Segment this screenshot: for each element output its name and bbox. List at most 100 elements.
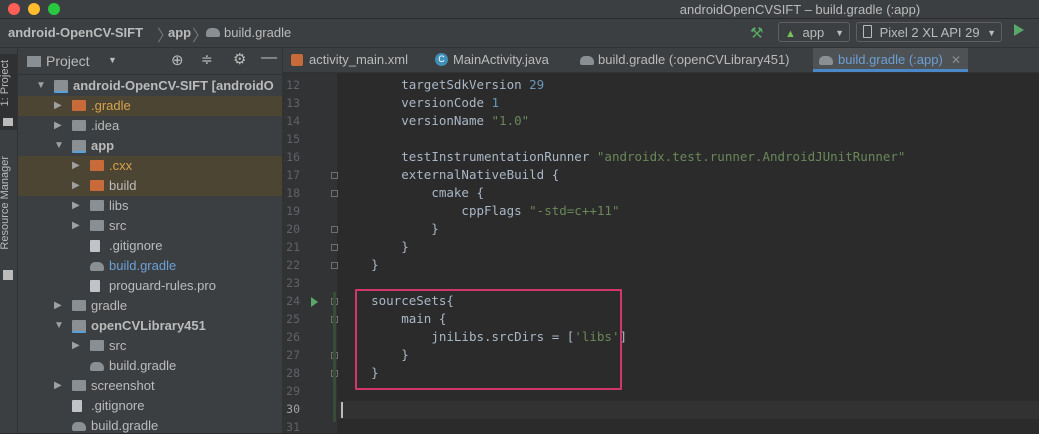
collapsed-arrow-icon[interactable]: ▶ <box>54 376 62 396</box>
gear-icon[interactable]: ⚙ <box>233 50 246 68</box>
line-number: 13 <box>286 96 300 110</box>
tree-item-label: build.gradle <box>91 418 159 433</box>
tree-item[interactable]: ▼ android-OpenCV-SIFT [androidO <box>18 76 282 96</box>
tree-item[interactable]: .gitignore <box>18 396 282 416</box>
line-number: 31 <box>286 420 300 434</box>
device-icon <box>863 25 872 38</box>
fold-marker-icon[interactable] <box>331 262 338 269</box>
run-gutter-icon[interactable] <box>311 297 318 307</box>
chevron-down-icon: ▼ <box>987 28 996 38</box>
breadcrumb-module[interactable]: app <box>168 25 191 40</box>
tree-item[interactable]: .gitignore <box>18 236 282 256</box>
gitignore-file-icon <box>72 400 82 412</box>
tool-window-stripe: 1: Project Resource Manager <box>0 48 18 433</box>
tree-item-label: .gradle <box>91 98 131 113</box>
collapsed-arrow-icon[interactable]: ▶ <box>72 216 80 236</box>
tree-item[interactable]: ▼ openCVLibrary451 <box>18 316 282 336</box>
expanded-arrow-icon[interactable]: ▼ <box>54 136 64 156</box>
tree-item[interactable]: ▶ libs <box>18 196 282 216</box>
tree-item-label: libs <box>109 198 129 213</box>
close-window-button[interactable] <box>8 3 20 15</box>
run-icon[interactable] <box>1014 24 1024 36</box>
fold-marker-icon[interactable] <box>331 244 338 251</box>
tree-item[interactable]: proguard-rules.pro <box>18 276 282 296</box>
collapsed-arrow-icon[interactable]: ▶ <box>72 196 80 216</box>
tree-item[interactable]: build.gradle <box>18 256 282 276</box>
tree-item[interactable]: ▶ .idea <box>18 116 282 136</box>
line-number: 15 <box>286 132 300 146</box>
code-line: cmake { <box>431 185 484 200</box>
expanded-arrow-icon[interactable]: ▼ <box>54 316 64 336</box>
line-number: 24 <box>286 294 300 308</box>
collapsed-arrow-icon[interactable]: ▶ <box>54 96 62 116</box>
tree-item-label: build.gradle <box>109 358 177 373</box>
tree-item-label: openCVLibrary451 <box>91 318 206 333</box>
breadcrumb-file[interactable]: build.gradle <box>224 25 291 40</box>
resource-manager-tab-label: Resource Manager <box>0 156 11 250</box>
tree-item-label: src <box>109 218 127 233</box>
tab-activity-main-xml[interactable]: activity_main.xml <box>287 48 427 72</box>
breadcrumb-project[interactable]: android-OpenCV-SIFT <box>8 25 143 40</box>
line-number: 26 <box>286 330 300 344</box>
tree-item[interactable]: ▼ app <box>18 136 282 156</box>
expanded-arrow-icon[interactable]: ▼ <box>36 76 46 96</box>
hide-panel-icon[interactable]: — <box>261 49 277 67</box>
project-panel: Project ▼ ⊕ ≑ ⚙ — ▼ android-OpenCV-SIFT [… <box>18 48 283 433</box>
collapsed-arrow-icon[interactable]: ▶ <box>54 116 62 136</box>
tree-item-label: .idea <box>91 118 120 133</box>
module-folder-icon <box>72 320 86 333</box>
collapsed-arrow-icon[interactable]: ▶ <box>72 336 80 356</box>
gradle-file-icon <box>90 362 104 371</box>
device-select[interactable]: Pixel 2 XL API 29 ▼ <box>856 22 1002 42</box>
run-config-select[interactable]: ▲ app ▼ <box>778 22 850 42</box>
gradle-file-icon <box>72 422 86 431</box>
editor-tab-bar: activity_main.xml C MainActivity.java bu… <box>283 48 1039 73</box>
crosshair-icon[interactable]: ⊕ <box>171 51 184 69</box>
resource-manager-icon <box>3 270 13 280</box>
tree-item[interactable]: ▶ src <box>18 216 282 236</box>
fold-marker-icon[interactable] <box>331 172 338 179</box>
resource-manager-tab[interactable]: Resource Manager <box>0 152 17 282</box>
tree-item[interactable]: ▶ gradle <box>18 296 282 316</box>
window-title: androidOpenCVSIFT – build.gradle (:app) <box>679 2 921 17</box>
excluded-folder-icon <box>90 160 104 171</box>
tree-item[interactable]: build.gradle <box>18 416 282 433</box>
tab-label: activity_main.xml <box>309 52 408 67</box>
tree-item[interactable]: ▶ src <box>18 336 282 356</box>
line-number: 27 <box>286 348 300 362</box>
folder-icon <box>90 220 104 231</box>
build-hammer-icon[interactable]: ⚒ <box>750 24 763 42</box>
fold-marker-icon[interactable] <box>331 190 338 197</box>
module-folder-icon <box>72 140 86 153</box>
tab-label: MainActivity.java <box>453 52 549 67</box>
line-number: 20 <box>286 222 300 236</box>
project-panel-header: Project ▼ ⊕ ≑ ⚙ — <box>18 48 282 75</box>
change-marker <box>333 292 336 422</box>
tree-item-label: .gitignore <box>91 398 145 413</box>
tree-item[interactable]: build.gradle <box>18 356 282 376</box>
tab-build-gradle-app[interactable]: build.gradle (:app) ✕ <box>813 48 968 72</box>
tab-main-activity-java[interactable]: C MainActivity.java <box>433 48 573 72</box>
current-line-highlight <box>338 401 1039 419</box>
tab-build-gradle-opencv[interactable]: build.gradle (:openCVLibrary451) <box>576 48 810 72</box>
collapsed-arrow-icon[interactable]: ▶ <box>72 156 80 176</box>
gitignore-file-icon <box>90 240 100 252</box>
tree-item[interactable]: ▶ .cxx <box>18 156 282 176</box>
device-label: Pixel 2 XL API 29 <box>879 25 980 40</box>
project-view-label[interactable]: Project <box>46 53 90 69</box>
line-number: 17 <box>286 168 300 182</box>
collapsed-arrow-icon[interactable]: ▶ <box>72 176 80 196</box>
chevron-down-icon[interactable]: ▼ <box>108 55 117 65</box>
minimize-window-button[interactable] <box>28 3 40 15</box>
tree-item[interactable]: ▶ screenshot <box>18 376 282 396</box>
fold-marker-icon[interactable] <box>331 226 338 233</box>
close-icon[interactable]: ✕ <box>951 48 961 72</box>
zoom-window-button[interactable] <box>48 3 60 15</box>
collapse-all-icon[interactable]: ≑ <box>201 51 213 68</box>
line-number: 18 <box>286 186 300 200</box>
tree-item[interactable]: ▶ .gradle <box>18 96 282 116</box>
code-line: externalNativeBuild { <box>401 167 560 182</box>
collapsed-arrow-icon[interactable]: ▶ <box>54 296 62 316</box>
editor-gutter: 12 13 14 15 16 17 18 19 20 21 22 23 24 25 26 27 28 29 30 31 <box>283 73 338 434</box>
tree-item[interactable]: ▶ build <box>18 176 282 196</box>
